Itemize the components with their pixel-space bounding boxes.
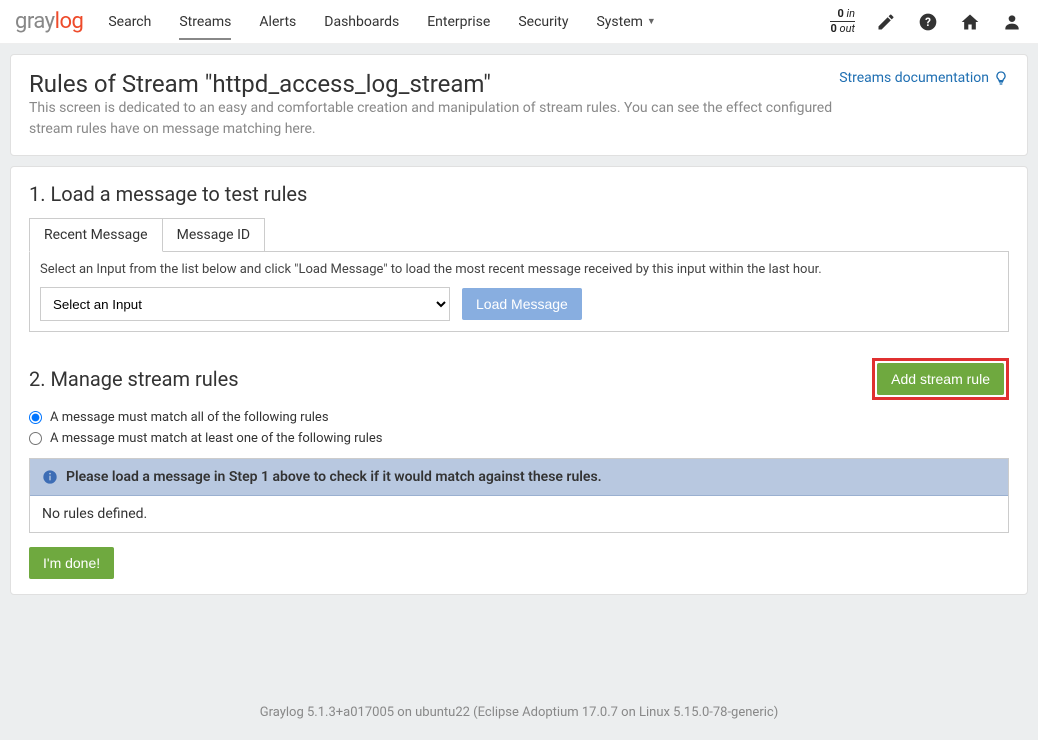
nav-search[interactable]: Search bbox=[108, 4, 151, 40]
radio-match-all[interactable]: A message must match all of the followin… bbox=[29, 410, 1009, 425]
tab-recent-message[interactable]: Recent Message bbox=[29, 218, 163, 252]
page-title: Rules of Stream "httpd_access_log_stream… bbox=[29, 70, 491, 98]
page-description: This screen is dedicated to an easy and … bbox=[29, 98, 839, 140]
section1-title: 1. Load a message to test rules bbox=[29, 182, 1009, 206]
tab-message-id[interactable]: Message ID bbox=[163, 218, 265, 252]
chevron-down-icon: ▼ bbox=[647, 16, 656, 27]
footer-version: Graylog 5.1.3+a017005 on ubuntu22 (Eclip… bbox=[0, 615, 1038, 740]
lightbulb-icon bbox=[993, 70, 1009, 86]
nav-dashboards[interactable]: Dashboards bbox=[324, 4, 399, 40]
throughput-indicator: 0 in 0 out bbox=[830, 8, 855, 35]
add-rule-highlight: Add stream rule bbox=[872, 358, 1009, 400]
help-icon[interactable]: ? bbox=[917, 11, 939, 33]
user-icon[interactable] bbox=[1001, 11, 1023, 33]
rules-empty-text: No rules defined. bbox=[30, 496, 1008, 532]
nav-security[interactable]: Security bbox=[518, 4, 568, 40]
logo[interactable]: graylog bbox=[15, 9, 83, 34]
home-icon[interactable] bbox=[959, 11, 981, 33]
add-stream-rule-button[interactable]: Add stream rule bbox=[877, 363, 1004, 395]
match-type-radio-group: A message must match all of the followin… bbox=[29, 410, 1009, 446]
radio-match-all-input[interactable] bbox=[29, 411, 42, 424]
info-icon bbox=[42, 469, 58, 485]
done-button[interactable]: I'm done! bbox=[29, 547, 114, 579]
svg-text:?: ? bbox=[925, 15, 931, 29]
rules-panel: 1. Load a message to test rules Recent M… bbox=[10, 166, 1028, 595]
header-panel: Rules of Stream "httpd_access_log_stream… bbox=[10, 54, 1028, 156]
message-tabs: Recent Message Message ID bbox=[29, 218, 1009, 251]
nav-enterprise[interactable]: Enterprise bbox=[427, 4, 490, 40]
input-select[interactable]: Select an Input bbox=[40, 287, 450, 321]
nav-right: 0 in 0 out ? bbox=[830, 8, 1023, 35]
nav-alerts[interactable]: Alerts bbox=[259, 4, 296, 40]
tab-content: Select an Input from the list below and … bbox=[29, 251, 1009, 332]
nav-items: Search Streams Alerts Dashboards Enterpr… bbox=[108, 4, 830, 40]
nav-system[interactable]: System ▼ bbox=[596, 4, 655, 40]
section2-title: 2. Manage stream rules bbox=[29, 367, 239, 391]
radio-match-any-input[interactable] bbox=[29, 432, 42, 445]
docs-link[interactable]: Streams documentation bbox=[839, 70, 1009, 86]
radio-match-any[interactable]: A message must match at least one of the… bbox=[29, 431, 1009, 446]
tab-hint: Select an Input from the list below and … bbox=[40, 262, 998, 277]
scratchpad-icon[interactable] bbox=[875, 11, 897, 33]
load-message-button[interactable]: Load Message bbox=[462, 288, 582, 320]
info-bar: Please load a message in Step 1 above to… bbox=[30, 459, 1008, 496]
nav-streams[interactable]: Streams bbox=[179, 4, 231, 40]
rules-box: Please load a message in Step 1 above to… bbox=[29, 458, 1009, 533]
main-navbar: graylog Search Streams Alerts Dashboards… bbox=[0, 0, 1038, 44]
